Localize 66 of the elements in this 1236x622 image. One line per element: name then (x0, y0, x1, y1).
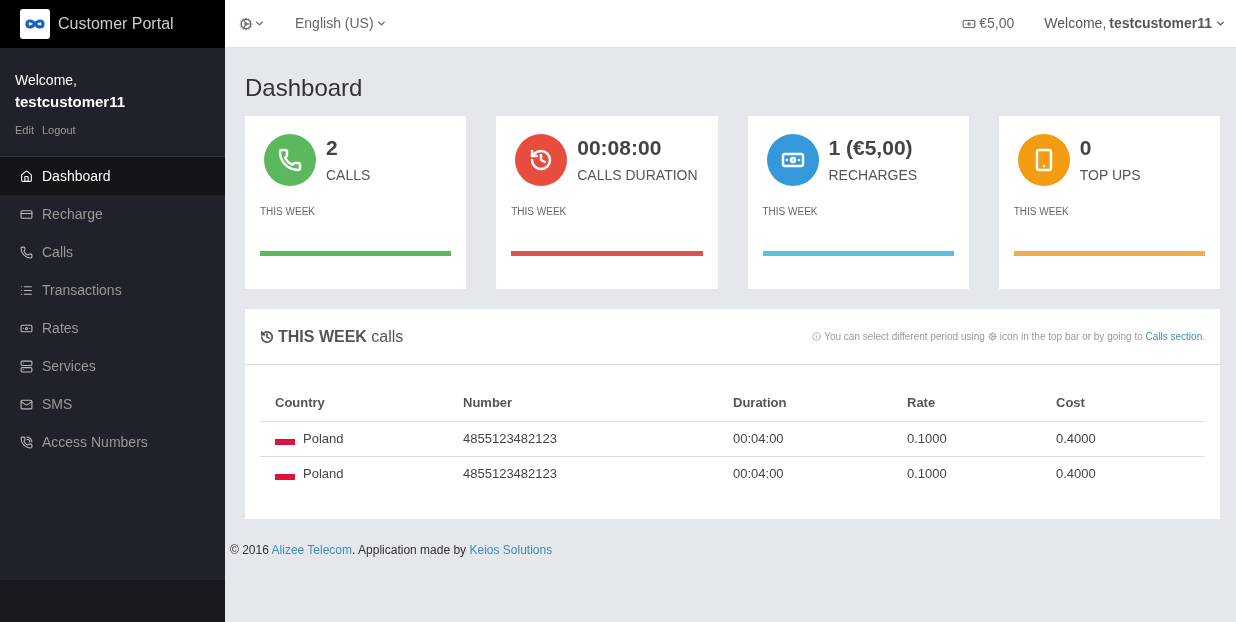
stat-label: RECHARGES (828, 166, 918, 185)
period-label: THIS WEEK (1013, 205, 1070, 219)
menu-icon (20, 169, 33, 183)
info-note: You can select different period using icon in the top bar or by going to Calls section. (812, 329, 1205, 344)
sidebar-item[interactable]: Calls (0, 233, 225, 271)
sidebar-item[interactable]: Rates (0, 309, 225, 347)
period-label: THIS WEEK (260, 205, 316, 219)
stat-label: TOP UPS (1079, 166, 1141, 185)
balance-indicator: €5,00 (962, 13, 1015, 34)
table-cell-text: Poland (303, 465, 344, 483)
flag-icon (275, 473, 295, 480)
menu-icon (20, 397, 33, 411)
period-label: THIS WEEK (762, 205, 819, 219)
profile-link[interactable]: Logout (41, 121, 76, 138)
flag-icon (275, 438, 295, 445)
period-label: THIS WEEK (511, 205, 568, 219)
footer-text: © 2016 Alizee Telecom. Application made by Keios Solutions (229, 542, 554, 559)
column-header: Country (260, 385, 463, 421)
menu-icon (20, 245, 33, 259)
stat-value: 00:08:00 (577, 135, 663, 161)
table-cell-text: Poland (303, 429, 344, 448)
settings-dropdown[interactable] (239, 16, 265, 31)
table-cell: 00:04:00 (733, 466, 784, 481)
table-cell: 0.4000 (1056, 466, 1096, 481)
table-cell: 4855123482123 (463, 430, 557, 446)
caret-icon (375, 18, 387, 29)
sidebar-username: testcustomer11 (15, 92, 127, 112)
table-cell: 0.4000 (1056, 430, 1096, 446)
column-header: Number (463, 385, 733, 421)
page-title: Dashboard (245, 73, 364, 103)
table-cell: 0.1000 (907, 430, 947, 446)
settings-icon (987, 332, 997, 341)
welcome-text: Welcome, (15, 71, 78, 90)
stat-label: CALLS DURATION (577, 166, 698, 185)
column-header: Rate (907, 385, 1056, 421)
table-cell: 0.1000 (907, 466, 947, 481)
column-header: Cost (1056, 385, 1205, 421)
sidebar-item[interactable]: SMS (0, 385, 225, 423)
sidebar-item[interactable]: Transactions (0, 271, 225, 309)
stat-value: 2 (326, 135, 339, 161)
user-dropdown[interactable]: Welcome, testcustomer11 (1044, 13, 1226, 34)
settings-icon (239, 16, 253, 31)
caret-icon (254, 18, 265, 29)
profile-link[interactable]: Edit (15, 121, 34, 138)
caret-icon (1215, 18, 1226, 29)
sidebar-item[interactable]: Access Numbers (0, 423, 225, 461)
sidebar-item[interactable]: Dashboard (0, 157, 225, 195)
stat-label: CALLS (326, 166, 371, 185)
panel-title: THIS WEEK calls (260, 324, 404, 349)
menu-icon (20, 359, 33, 373)
sidebar-item[interactable]: Services (0, 347, 225, 385)
language-dropdown[interactable]: English (US) (295, 13, 387, 34)
stat-value: 0 (1079, 135, 1093, 161)
menu-icon (20, 435, 33, 449)
infinity-logo-icon (20, 9, 50, 39)
stat-value: 1 (€5,00) (828, 135, 914, 161)
table-cell: 4855123482123 (463, 466, 557, 481)
column-header: Duration (733, 385, 907, 421)
developer-link[interactable]: Keios Solutions (469, 543, 553, 557)
menu-icon (20, 283, 33, 297)
info-icon (812, 332, 822, 341)
history-icon (260, 329, 274, 344)
brand-title: Customer Portal (58, 14, 174, 34)
menu-icon (20, 207, 33, 221)
sidebar-item[interactable]: Recharge (0, 195, 225, 233)
table-cell: 00:04:00 (733, 430, 784, 446)
